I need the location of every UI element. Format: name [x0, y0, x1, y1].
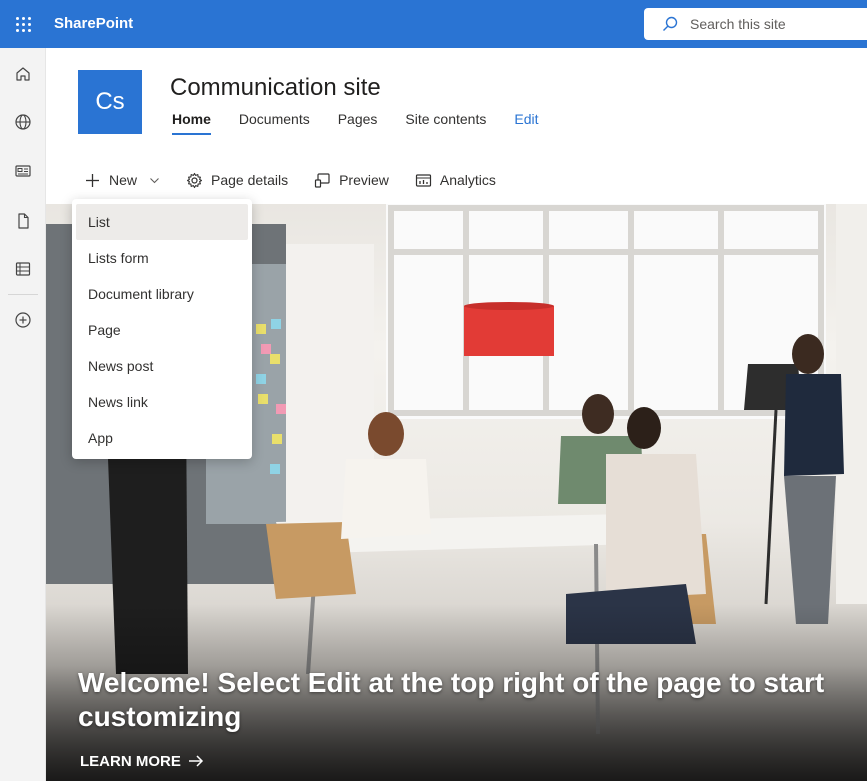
- rail-lists-button[interactable]: [0, 249, 46, 289]
- nav-edit-link[interactable]: Edit: [514, 111, 538, 135]
- new-button[interactable]: New: [84, 172, 160, 189]
- menu-item-news-post[interactable]: News post: [76, 348, 248, 384]
- gear-icon: [186, 172, 203, 188]
- analytics-icon: [415, 173, 431, 187]
- plus-icon: [86, 173, 99, 187]
- app-launcher-button[interactable]: [0, 0, 46, 48]
- home-icon: [16, 67, 30, 81]
- search-input[interactable]: [690, 16, 850, 32]
- page-details-label: Page details: [211, 172, 289, 188]
- hero-title: Welcome! Select Edit at the top right of…: [78, 667, 825, 732]
- preview-label: Preview: [339, 172, 389, 188]
- menu-item-news-link[interactable]: News link: [76, 384, 248, 420]
- menu-item-lists-form[interactable]: Lists form: [76, 240, 248, 276]
- globe-icon: [15, 114, 31, 130]
- brand-link[interactable]: SharePoint: [54, 15, 133, 32]
- news-icon: [15, 165, 31, 177]
- search-icon: [663, 16, 678, 31]
- learn-more-label: LEARN MORE: [80, 752, 181, 770]
- menu-item-list[interactable]: List: [76, 204, 248, 240]
- rail-home-button[interactable]: [0, 54, 46, 94]
- page-details-button[interactable]: Page details: [186, 172, 288, 189]
- menu-item-document-library[interactable]: Document library: [76, 276, 248, 312]
- nav-home[interactable]: Home: [172, 111, 211, 135]
- app-bar: [0, 48, 46, 781]
- new-button-label: New: [109, 172, 138, 188]
- site-navigation: Home Documents Pages Site contents Edit: [172, 111, 566, 135]
- preview-icon: [314, 172, 330, 188]
- add-icon: [15, 312, 31, 328]
- learn-more-link[interactable]: LEARN MORE: [80, 752, 205, 770]
- arrow-right-icon: [188, 755, 203, 767]
- site-logo[interactable]: Cs: [78, 70, 142, 134]
- list-icon: [15, 262, 31, 276]
- nav-documents[interactable]: Documents: [239, 111, 310, 135]
- rail-files-button[interactable]: [0, 201, 46, 241]
- suite-bar: SharePoint: [0, 0, 867, 48]
- analytics-label: Analytics: [439, 172, 496, 188]
- nav-site-contents[interactable]: Site contents: [405, 111, 486, 135]
- rail-divider: [8, 294, 38, 295]
- menu-item-app[interactable]: App: [76, 420, 248, 456]
- command-bar: New Page details Preview Analytics: [84, 170, 522, 190]
- waffle-icon: [15, 16, 31, 32]
- rail-create-button[interactable]: [0, 300, 46, 340]
- chevron-down-icon: [150, 177, 159, 183]
- preview-button[interactable]: Preview: [314, 172, 389, 189]
- site-title[interactable]: Communication site: [170, 74, 381, 102]
- menu-item-page[interactable]: Page: [76, 312, 248, 348]
- document-icon: [18, 213, 29, 229]
- rail-news-button[interactable]: [0, 151, 46, 191]
- search-box[interactable]: [644, 8, 867, 40]
- nav-pages[interactable]: Pages: [338, 111, 378, 135]
- analytics-button[interactable]: Analytics: [415, 172, 496, 189]
- new-dropdown-menu: List Lists form Document library Page Ne…: [72, 199, 252, 459]
- rail-sites-button[interactable]: [0, 102, 46, 142]
